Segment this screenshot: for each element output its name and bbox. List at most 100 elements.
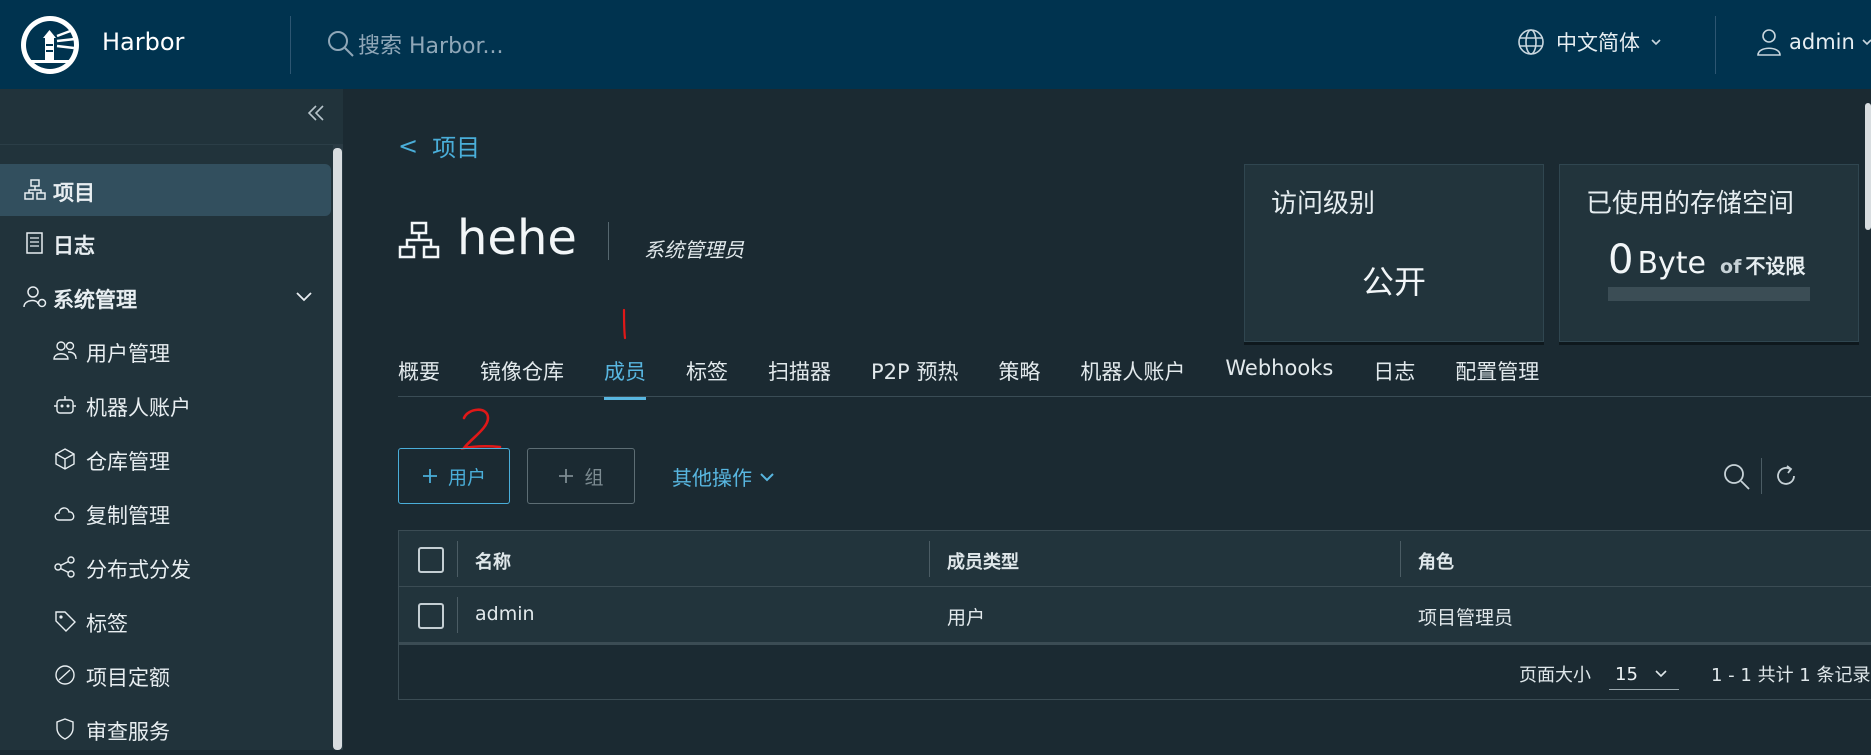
tab-summary[interactable]: 概要 [398,356,440,400]
sidebar-item-label: 项目 [53,181,95,205]
harbor-logo-icon[interactable] [19,14,81,76]
other-actions-dropdown[interactable]: 其他操作 [672,462,776,491]
tab-p2p-preheat[interactable]: P2P 预热 [871,356,958,400]
sidebar-item-interrogation[interactable]: 审查服务 [0,703,331,755]
chevron-down-icon [760,472,774,481]
sidebar-scrollbar[interactable] [333,148,342,750]
sidebar-item-label: 机器人账户 [86,396,191,420]
search-input[interactable]: 搜索 Harbor... [358,28,504,60]
sidebar: 项目 日志 系统管理 用户管理 机器人账户 仓库管理 复制管理 分布式分发 标签… [0,89,343,750]
sidebar-item-registries[interactable]: 仓库管理 [0,433,331,485]
tab-scanner[interactable]: 扫描器 [768,356,831,400]
tab-webhooks[interactable]: Webhooks [1225,356,1333,400]
annotation-one [622,308,627,340]
sidebar-item-labels[interactable]: 标签 [0,595,331,647]
tab-robot-accounts[interactable]: 机器人账户 [1080,356,1185,400]
sidebar-item-label: 审查服务 [86,720,170,744]
sidebar-item-project-quotas[interactable]: 项目定额 [0,649,331,701]
chevron-down-icon [1651,39,1661,46]
page-scrollbar[interactable] [1865,103,1871,230]
select-all-checkbox[interactable] [418,547,444,573]
globe-icon [1518,29,1544,55]
annotation-two [460,408,502,450]
page-size-value: 15 [1615,663,1638,685]
sidebar-item-robot-accounts[interactable]: 机器人账户 [0,379,331,431]
add-user-button[interactable]: 用户 [398,448,510,504]
storage-usage: 0 Byte of 不设限 [1608,237,1805,283]
table-header: 名称 成员类型 角色 [399,531,1871,587]
back-arrow-icon: < [398,131,419,160]
sidebar-item-label: 系统管理 [53,288,137,312]
language-selector[interactable]: 中文简体 [1516,27,1662,57]
project-icon [24,179,46,200]
members-table: 名称 成员类型 角色 admin 用户 项目管理员 页面大小 15 1 - 1 … [398,530,1871,700]
column-divider[interactable] [1400,541,1401,577]
top-header: Harbor 搜索 Harbor... 中文简体 admin [0,0,1871,89]
sidebar-item-logs[interactable]: 日志 [0,217,331,269]
cell-name: admin [475,603,535,625]
username: admin [1789,30,1855,54]
sidebar-item-label: 项目定额 [86,666,170,690]
sidebar-item-projects[interactable]: 项目 [0,164,331,216]
sidebar-item-label: 仓库管理 [86,450,170,474]
add-group-button[interactable]: 组 [527,448,635,504]
tab-policy[interactable]: 策略 [998,356,1040,400]
row-checkbox[interactable] [418,603,444,629]
column-divider [457,597,458,633]
tab-labels[interactable]: 标签 [686,356,728,400]
access-level-value: 公开 [1361,263,1426,301]
tab-logs[interactable]: 日志 [1373,356,1415,400]
sidebar-item-replications[interactable]: 复制管理 [0,487,331,539]
other-actions-label: 其他操作 [672,466,752,490]
pagination-info: 1 - 1 共计 1 条记录 [1711,665,1871,686]
sidebar-item-distribution[interactable]: 分布式分发 [0,541,331,593]
sidebar-item-label: 用户管理 [86,342,170,366]
cell-role: 项目管理员 [1418,607,1514,629]
sidebar-item-label: 分布式分发 [86,558,191,582]
admin-icon [23,286,47,308]
project-tabs: 概要 镜像仓库 成员 标签 扫描器 P2P 预热 策略 机器人账户 Webhoo… [398,356,1579,400]
table-row[interactable]: admin 用户 项目管理员 [399,587,1871,645]
plus-icon [422,469,437,483]
storage-card: 已使用的存储空间 0 Byte of 不设限 [1559,164,1859,342]
tag-icon [55,611,76,632]
header-divider [1715,16,1716,74]
column-header-name[interactable]: 名称 [475,548,511,574]
page-size-select[interactable]: 15 [1609,659,1679,690]
storage-of: of [1720,256,1742,278]
project-role: 系统管理员 [644,238,744,262]
share-icon [54,556,75,578]
column-divider[interactable] [929,541,930,577]
card-title: 已使用的存储空间 [1586,189,1795,219]
storage-progress-bar [1608,287,1810,301]
column-divider [457,541,458,577]
sidebar-item-label: 标签 [86,612,128,636]
sidebar-item-label: 日志 [53,234,95,258]
chevron-down-icon [1655,670,1667,678]
brand-name: Harbor [102,28,185,56]
back-to-projects-link[interactable]: < 项目 [398,128,480,163]
sidebar-item-users[interactable]: 用户管理 [0,325,331,377]
global-search[interactable]: 搜索 Harbor... [326,28,504,60]
sidebar-item-label: 复制管理 [86,504,170,528]
sidebar-item-system-admin[interactable]: 系统管理 [0,271,331,323]
cloud-icon [54,507,75,521]
column-header-role[interactable]: 角色 [1418,548,1454,574]
quota-icon [55,665,75,685]
search-icon[interactable] [1722,462,1752,492]
page-size-label: 页面大小 [1519,665,1591,686]
shield-icon [56,718,74,740]
user-menu[interactable]: admin [1755,27,1871,57]
tab-configuration[interactable]: 配置管理 [1455,356,1539,400]
tab-members[interactable]: 成员 [604,356,646,400]
language-label: 中文简体 [1556,31,1640,55]
column-header-member-type[interactable]: 成员类型 [947,548,1019,574]
project-title: hehe [457,210,577,266]
log-icon [26,232,43,254]
cell-member-type: 用户 [947,607,986,629]
collapse-sidebar-icon[interactable] [306,103,326,123]
tab-repositories[interactable]: 镜像仓库 [480,356,564,400]
storage-amount: 0 [1608,237,1634,283]
refresh-icon[interactable] [1772,462,1800,490]
title-divider [608,222,609,260]
